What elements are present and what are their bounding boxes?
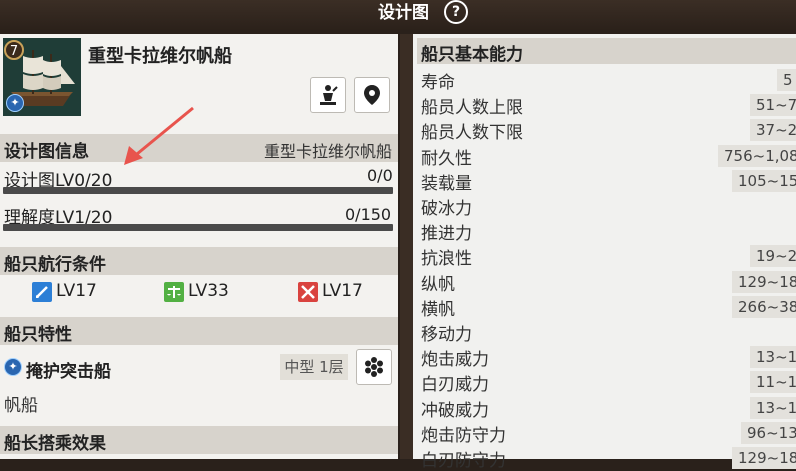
panel-divider [400,34,413,459]
trait-detail-button[interactable] [356,349,392,385]
stat-value: 13~1 [750,396,796,419]
abilities-header: 船只基本能力 [417,38,796,65]
stat-label: 冲破威力 [421,400,489,421]
honeycomb-icon [365,357,383,377]
stat-label: 纵帆 [421,274,455,295]
stat-value: 129~18 [732,270,796,293]
sail-conditions-header: 船只航行条件 [0,247,398,275]
stat-value: 37~2 [750,119,796,142]
ship-traits-header: 船只特性 [0,317,398,345]
window-title: 设计图 [378,3,429,23]
stat-label: 耐久性 [421,148,472,169]
stat-value: 13~1 [750,346,796,369]
design-info-title: 设计图信息 [4,142,89,162]
stat-label: 船员人数下限 [421,123,523,144]
ship-statue-button[interactable] [310,77,346,113]
understanding-value: 0/150 [345,205,392,224]
stat-value: 19~2 [750,245,796,268]
design-level-bar [3,187,393,194]
sail-conditions-title: 船只航行条件 [4,255,106,275]
stat-value: 266~38 [732,295,796,318]
rank-badge: 7 [4,40,24,60]
window-title-bar: 设计图 ? [0,0,796,30]
stat-value: 11~1 [750,371,796,394]
stat-value: 96~13 [741,421,796,444]
stat-label: 装载量 [421,173,472,194]
trait-name: 掩护突击船 [26,362,111,382]
figurehead-icon [320,85,338,105]
stat-label: 炮击防守力 [421,425,506,446]
map-pin-icon [364,85,380,105]
captain-effect-title: 船长搭乘效果 [4,434,106,454]
adventure-icon [32,282,52,302]
ship-name: 重型卡拉维尔帆船 [88,46,232,67]
understanding-bar [3,224,393,231]
help-icon[interactable]: ? [444,0,468,24]
stat-value: 51~7 [750,94,796,117]
captain-effect-header: 船长搭乘效果 [0,426,398,454]
location-button[interactable] [354,77,390,113]
trade-level: LV33 [188,281,229,301]
stat-label: 推进力 [421,224,472,245]
ship-type-text: 帆船 [4,396,38,416]
battle-level: LV17 [322,281,363,301]
stat-value: 756~1,08 [718,144,796,167]
stat-label: 破冰力 [421,199,472,219]
stat-label: 横帆 [421,299,455,320]
design-level-value: 0/0 [367,166,393,185]
stat-label: 寿命 [421,73,455,93]
stat-label: 白刃威力 [421,375,489,396]
stat-label: 白刃防守力 [421,451,506,471]
adventure-level: LV17 [56,281,97,301]
trait-icon: ✦ [4,358,22,376]
design-info-header: 设计图信息 重型卡拉维尔帆船 [0,134,398,162]
trade-icon [164,282,184,302]
stat-label: 移动力 [421,325,472,345]
stat-value: 5 [777,69,796,91]
abilities-title: 船只基本能力 [421,45,523,65]
stat-value: 105~15 [732,169,796,192]
stat-label: 炮击威力 [421,350,489,371]
battle-icon [298,282,318,302]
stat-value: 129~18 [732,447,796,469]
ship-traits-title: 船只特性 [4,325,72,345]
design-info-ship-name: 重型卡拉维尔帆船 [263,142,392,161]
trait-tag: 中型 1层 [280,354,348,380]
stat-label: 船员人数上限 [421,98,523,119]
ship-type-icon: ✦ [6,94,24,112]
stat-label: 抗浪性 [421,249,472,270]
